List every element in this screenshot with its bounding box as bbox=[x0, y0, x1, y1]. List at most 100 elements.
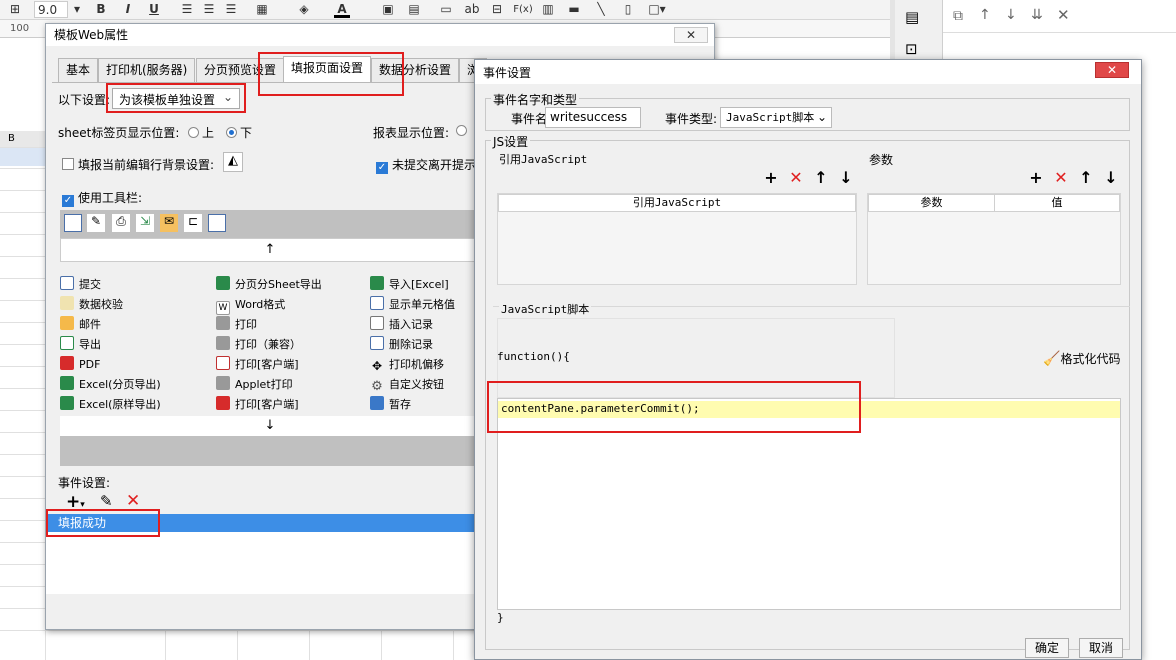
excel-icon bbox=[370, 276, 384, 290]
sub-report-icon[interactable]: ▯ bbox=[620, 1, 636, 18]
cell-property-icon[interactable]: ▤ bbox=[905, 8, 919, 26]
save-icon[interactable] bbox=[64, 214, 82, 232]
formula-button[interactable]: F(x) bbox=[512, 1, 534, 18]
toolbar-item[interactable]: 插入记录 bbox=[370, 316, 433, 334]
move-down-param-icon[interactable]: ↓ bbox=[1103, 170, 1119, 186]
ref-js-label: 引用JavaScript bbox=[499, 153, 588, 166]
report-radio-icon[interactable] bbox=[456, 125, 467, 136]
printer-icon[interactable]: ⎙ bbox=[112, 214, 130, 232]
move-bottom-icon[interactable]: ⇊ bbox=[1031, 7, 1043, 23]
move-up-param-icon[interactable]: ↑ bbox=[1078, 170, 1094, 186]
selected-cell[interactable] bbox=[0, 148, 45, 166]
chart-icon[interactable]: ▥ bbox=[540, 1, 556, 18]
dialog1-close-button[interactable]: ✕ bbox=[674, 27, 708, 43]
fill-bg-checkbox[interactable]: 填报当前编辑行背景设置: bbox=[62, 156, 214, 173]
toolbar-item[interactable]: 邮件 bbox=[60, 316, 101, 334]
move-up-icon[interactable]: ↑ bbox=[979, 7, 991, 23]
function-open: function(){ bbox=[497, 350, 570, 363]
toolbar-item[interactable]: ⚙ 自定义按钮 bbox=[370, 376, 444, 394]
toolbar-item[interactable]: 导出 bbox=[60, 336, 101, 354]
radio-bottom-icon[interactable] bbox=[226, 127, 237, 138]
insert-record-icon[interactable]: ⊏ bbox=[184, 214, 202, 232]
align-right-icon[interactable]: ☰ bbox=[222, 1, 240, 18]
edit-event-icon[interactable]: ✎ bbox=[100, 492, 113, 510]
toolbar-item[interactable]: 打印（兼容） bbox=[216, 336, 301, 354]
toolbar-item[interactable]: 数据校验 bbox=[60, 296, 123, 314]
toolbar-item[interactable]: ✥ 打印机偏移 bbox=[370, 356, 444, 374]
dialog2-close-button[interactable]: ✕ bbox=[1095, 62, 1129, 78]
toolbar-item[interactable]: 导入[Excel] bbox=[370, 276, 449, 294]
toolbar-item[interactable]: 提交 bbox=[60, 276, 101, 294]
move-down-icon[interactable]: ↓ bbox=[1005, 7, 1017, 23]
font-size-field[interactable]: 9.0 bbox=[34, 1, 68, 18]
toolbar-item[interactable]: 打印[客户端] bbox=[216, 356, 299, 374]
align-left-icon[interactable]: ☰ bbox=[178, 1, 196, 18]
use-toolbar-checkbox-icon[interactable]: ✓ bbox=[62, 195, 74, 207]
fill-color-icon[interactable]: ◈ bbox=[295, 1, 313, 18]
column-header-b[interactable]: B bbox=[0, 131, 45, 147]
picture-icon[interactable]: ▬ bbox=[566, 1, 582, 18]
delete-event-icon[interactable]: ✕ bbox=[126, 491, 140, 511]
format-code-button[interactable]: 🧹格式化代码 bbox=[1043, 350, 1120, 367]
move-down-js-icon[interactable]: ↓ bbox=[838, 170, 854, 186]
mail-icon[interactable]: ✉ bbox=[160, 214, 178, 232]
tab-basic[interactable]: 基本 bbox=[58, 58, 99, 82]
radio-top[interactable]: 上 bbox=[188, 124, 214, 141]
pencil-check-icon[interactable]: ✎ bbox=[87, 214, 105, 232]
text-ab-button[interactable]: ab bbox=[462, 1, 482, 18]
report-position-radio[interactable] bbox=[456, 124, 470, 138]
toolbar-item[interactable]: PDF bbox=[60, 356, 100, 374]
event-settings-dialog: 事件设置 ✕ 事件名字和类型 事件名: writesuccess 事件类型: J… bbox=[474, 59, 1142, 660]
toolbar-item[interactable]: Excel(分页导出) bbox=[60, 376, 161, 394]
delete-js-icon[interactable]: ✕ bbox=[788, 170, 804, 186]
use-toolbar-checkbox[interactable]: ✓ 使用工具栏: bbox=[62, 189, 142, 207]
frame-property-icon[interactable]: ⊡ bbox=[905, 40, 918, 58]
params-table[interactable]: 参数 值 bbox=[867, 193, 1121, 285]
add-param-icon[interactable]: + bbox=[1028, 170, 1044, 186]
toolbar-item[interactable]: 打印 bbox=[216, 316, 257, 334]
align-center-icon[interactable]: ☰ bbox=[200, 1, 218, 18]
toolbar-item[interactable]: 显示单元格值 bbox=[370, 296, 455, 314]
font-size-dropdown-icon[interactable]: ▾ bbox=[72, 1, 82, 18]
font-color-icon[interactable]: A bbox=[334, 1, 350, 18]
add-js-icon[interactable]: + bbox=[763, 170, 779, 186]
underline-button[interactable]: U bbox=[145, 1, 163, 18]
cancel-button[interactable]: 取消 bbox=[1079, 638, 1123, 658]
tab-printer-server[interactable]: 打印机(服务器) bbox=[98, 58, 196, 82]
slash-icon[interactable]: ╲ bbox=[592, 1, 610, 18]
remove-icon[interactable]: ✕ bbox=[1057, 6, 1070, 24]
excel-icon bbox=[216, 276, 230, 290]
radio-bottom[interactable]: 下 bbox=[226, 124, 252, 141]
toolbar-up-button[interactable]: ↑ bbox=[60, 238, 480, 262]
html-icon[interactable]: ⊟ bbox=[488, 1, 506, 18]
toolbar-item[interactable]: 暂存 bbox=[370, 396, 411, 414]
toolbar-item[interactable]: W Word格式 bbox=[216, 296, 285, 315]
cell-icon[interactable] bbox=[208, 214, 226, 232]
link-icon[interactable]: ▭ bbox=[438, 1, 454, 18]
toolbar-item[interactable]: 打印[客户端] bbox=[216, 396, 299, 414]
toolbar-item[interactable]: 分页分Sheet导出 bbox=[216, 276, 322, 294]
copy-icon[interactable]: ⧉ bbox=[953, 8, 963, 24]
export-icon[interactable]: ⇲ bbox=[136, 214, 154, 232]
delete-param-icon[interactable]: ✕ bbox=[1053, 170, 1069, 186]
toolbar-down-button[interactable]: ↓ bbox=[60, 416, 480, 436]
widget-icon[interactable]: □▾ bbox=[646, 1, 668, 18]
italic-button[interactable]: I bbox=[119, 1, 137, 18]
toolbar-item[interactable]: 删除记录 bbox=[370, 336, 433, 354]
border-icon[interactable]: ▦ bbox=[253, 1, 271, 18]
toolbar-item[interactable]: Applet打印 bbox=[216, 376, 293, 394]
bold-button[interactable]: B bbox=[92, 1, 110, 18]
unsubmitted-checkbox-icon[interactable]: ✓ bbox=[376, 162, 388, 174]
unsubmitted-checkbox[interactable]: ✓ 未提交离开提示 bbox=[376, 156, 476, 174]
frame-icon[interactable]: ▣ bbox=[380, 1, 396, 18]
fill-bg-checkbox-icon[interactable] bbox=[62, 158, 74, 170]
ref-js-table[interactable]: 引用JavaScript bbox=[497, 193, 857, 285]
event-name-input[interactable]: writesuccess bbox=[545, 107, 641, 128]
toolbar-item[interactable]: Excel(原样导出) bbox=[60, 396, 161, 414]
image-icon[interactable]: ▤ bbox=[406, 1, 422, 18]
move-up-js-icon[interactable]: ↑ bbox=[813, 170, 829, 186]
paint-bucket-icon[interactable]: ◭ bbox=[223, 152, 243, 172]
event-type-select[interactable]: JavaScript脚本 ⌄ bbox=[720, 107, 832, 128]
radio-top-icon[interactable] bbox=[188, 127, 199, 138]
ok-button[interactable]: 确定 bbox=[1025, 638, 1069, 658]
